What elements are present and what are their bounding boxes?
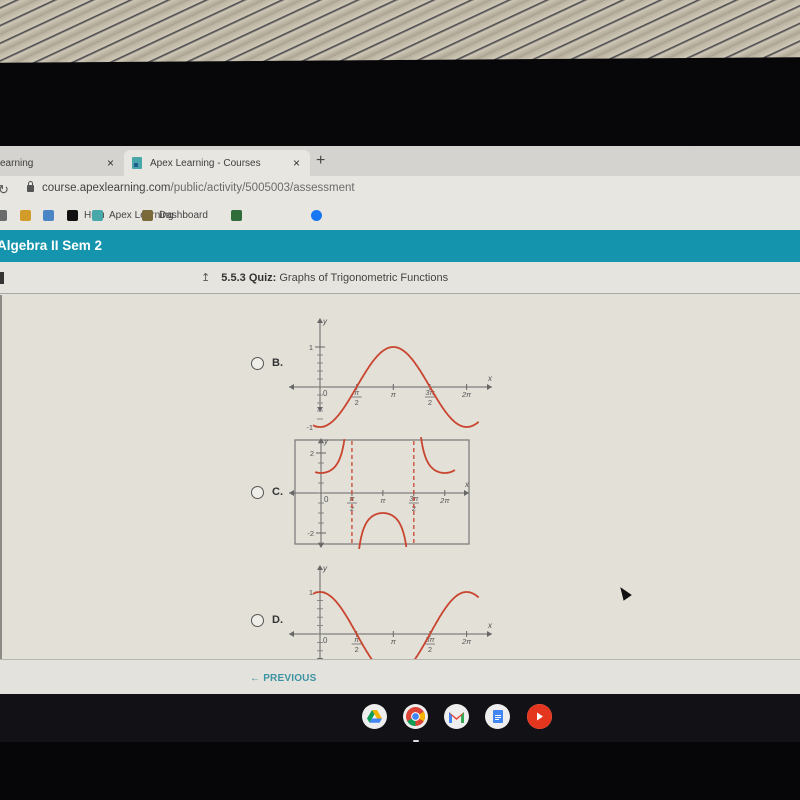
loader-icon: [43, 210, 54, 221]
menu-handle[interactable]: [0, 272, 4, 284]
new-tab-button[interactable]: +: [316, 152, 325, 170]
previous-label: PREVIOUS: [263, 673, 317, 684]
option-label-c[interactable]: C.: [272, 486, 283, 498]
y-axis-label: y: [322, 317, 328, 326]
y-axis-arrow-down-icon: [318, 543, 324, 548]
bookmark-dashboard[interactable]: Dashboard: [142, 210, 208, 221]
lock-icon[interactable]: [27, 181, 34, 192]
y-tick-label: 1: [309, 343, 313, 352]
hulu-icon: [67, 210, 78, 221]
url-path: /public/activity/5005003/assessment: [170, 182, 355, 194]
tab-label: earning: [0, 157, 34, 169]
question-content: B.xy1-10π2π3π22πC.xy2-20π2π3π22πD.xy10π2…: [0, 295, 800, 677]
previous-button[interactable]: ← PREVIOUS: [250, 673, 316, 684]
x-tick-label: π: [391, 390, 397, 399]
x-axis-label: x: [487, 621, 493, 630]
y-tick-label: -1: [306, 423, 313, 432]
chrome-web-store-icon: [20, 210, 31, 221]
graph-option-b: xy1-10 π2π 3π22π: [289, 317, 493, 432]
bookmark-facebook[interactable]: [311, 210, 328, 221]
laptop-bezel: [0, 57, 800, 151]
x-tick-label: π: [391, 637, 397, 646]
apex-icon: [92, 210, 103, 221]
course-title: Algebra II Sem 2: [0, 238, 103, 253]
x-axis-label: x: [487, 374, 493, 383]
x-axis-arrow-icon: [487, 631, 492, 637]
radio-option-c[interactable]: [251, 486, 264, 499]
option-label-d[interactable]: D.: [272, 614, 283, 626]
radio-option-d[interactable]: [251, 614, 264, 627]
facebook-icon: [311, 210, 322, 221]
y-tick-label: 2: [310, 449, 314, 458]
x-tick-label: 0: [323, 636, 328, 645]
x-tick-label-denominator: 2: [355, 645, 359, 654]
course-header: Algebra II Sem 2: [0, 230, 800, 262]
bookmark-loader[interactable]: [43, 210, 60, 221]
close-tab-icon[interactable]: ×: [107, 156, 114, 170]
tab-inactive[interactable]: earning ×: [0, 150, 124, 176]
x-tick-label: π: [380, 496, 386, 505]
quiz-label: Quiz:: [248, 272, 277, 284]
x-tick-label: 0: [323, 389, 328, 398]
x-axis-arrow-left-icon: [289, 490, 294, 496]
x-tick-label-denominator: 2: [355, 398, 359, 407]
x-tick-label-denominator: 2: [428, 398, 432, 407]
quiz-title: ↥ 5.5.3 Quiz: Graphs of Trigonometric Fu…: [201, 271, 448, 284]
quiz-header: ↥ 5.5.3 Quiz: Graphs of Trigonometric Fu…: [0, 262, 800, 294]
dashboard-icon: [142, 210, 153, 221]
arrow-left-icon: ←: [250, 673, 261, 684]
tab-strip: earning × Apex Learning - Courses × +: [0, 146, 800, 176]
extension-icon: [231, 210, 242, 221]
close-tab-icon[interactable]: ×: [293, 156, 300, 170]
bookmark-extension[interactable]: [231, 210, 248, 221]
radio-option-b[interactable]: [251, 357, 264, 370]
chrome-icon[interactable]: [403, 704, 428, 742]
photos-icon: [0, 210, 7, 221]
screen: earning × Apex Learning - Courses × + ↻ …: [0, 146, 800, 694]
reload-icon[interactable]: ↻: [0, 182, 9, 198]
x-tick-label: 2π: [439, 496, 450, 505]
tab-label: Apex Learning - Courses: [150, 157, 261, 169]
x-axis-arrow-icon: [487, 384, 492, 390]
bookmarks-bar: HuluApex LearningDashboard: [0, 204, 800, 230]
graph-option-d: xy10 π2π 3π22π: [289, 564, 493, 677]
x-tick-label: 2π: [461, 390, 472, 399]
google-docs-icon[interactable]: [485, 704, 510, 729]
x-tick-label: 0: [324, 495, 329, 504]
google-drive-icon[interactable]: [362, 704, 387, 729]
y-tick-label: -2: [307, 529, 314, 538]
y-tick-label: 1: [309, 588, 313, 597]
x-axis-arrow-left-icon: [289, 384, 294, 390]
laptop-body: [0, 742, 800, 800]
tab-apex-courses[interactable]: Apex Learning - Courses ×: [124, 150, 310, 176]
quiz-number: 5.5.3: [221, 272, 246, 284]
apex-favicon-icon: [132, 157, 142, 169]
gmail-icon[interactable]: [444, 704, 469, 729]
background-photo: [0, 0, 800, 64]
os-shelf: [0, 694, 800, 742]
quiz-footer: ← PREVIOUS: [0, 659, 800, 694]
x-axis-arrow-left-icon: [289, 631, 294, 637]
x-axis-arrow-icon: [464, 490, 469, 496]
graph-option-c: xy2-20π2π3π22π: [289, 436, 470, 550]
y-axis-label: y: [322, 564, 328, 573]
bookmark-photos[interactable]: [0, 210, 13, 221]
bookmark-chrome-web-store[interactable]: [20, 210, 37, 221]
x-tick-label-denominator: 2: [428, 645, 432, 654]
url-text[interactable]: course.apexlearning.com/public/activity/…: [42, 182, 355, 194]
bookmark-label: Dashboard: [159, 210, 208, 221]
quiz-name: Graphs of Trigonometric Functions: [279, 272, 449, 284]
x-tick-label: 2π: [461, 637, 472, 646]
url-host: course.apexlearning.com: [42, 182, 171, 194]
address-bar[interactable]: ↻ course.apexlearning.com/public/activit…: [0, 176, 800, 204]
option-label-b[interactable]: B.: [272, 357, 283, 369]
y-axis-label: y: [323, 437, 329, 446]
up-arrow-icon[interactable]: ↥: [201, 272, 210, 284]
youtube-icon[interactable]: [527, 704, 552, 729]
